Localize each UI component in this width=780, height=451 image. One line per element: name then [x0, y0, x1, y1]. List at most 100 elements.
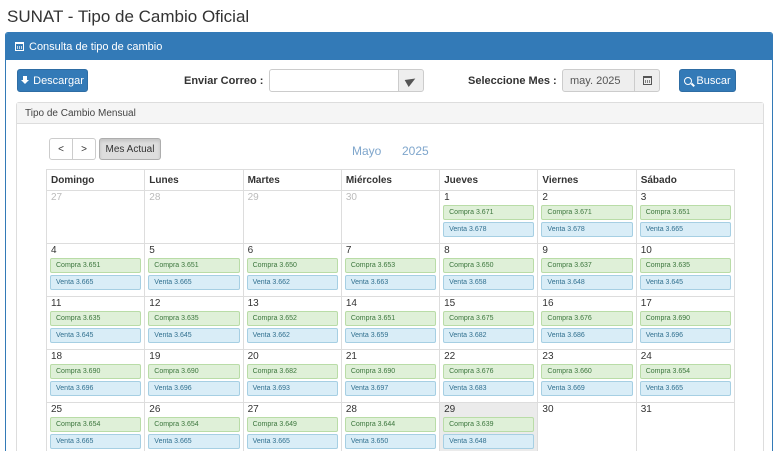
calendar-day-cell[interactable]: 13 Compra 3.652 Venta 3.662: [242, 296, 342, 350]
calendar-day-cell[interactable]: 20 Compra 3.682 Venta 3.693: [242, 349, 342, 403]
sell-rate-badge: Venta 3.669: [541, 381, 633, 396]
sell-rate-badge: Venta 3.678: [443, 222, 535, 237]
calendar-day-cell[interactable]: 22 Compra 3.676 Venta 3.683: [439, 349, 539, 403]
buy-rate-badge: Compra 3.639: [443, 417, 535, 432]
sell-rate-badge: Venta 3.662: [246, 328, 338, 343]
day-number: 17: [640, 298, 652, 309]
sell-rate-badge: Venta 3.662: [246, 275, 338, 290]
calendar-day-cell[interactable]: 26 Compra 3.654 Venta 3.665: [144, 402, 244, 451]
calendar-day-cell[interactable]: 5 Compra 3.651 Venta 3.665: [144, 243, 244, 297]
calendar-day-cell[interactable]: 16 Compra 3.676 Venta 3.686: [537, 296, 637, 350]
calendar-day-cell[interactable]: 27 Compra 3.649 Venta 3.665: [242, 402, 342, 451]
calendar-day-cell[interactable]: 28: [144, 190, 244, 244]
day-number: 2: [542, 192, 548, 203]
calendar-day-cell[interactable]: 2 Compra 3.671 Venta 3.678: [537, 190, 637, 244]
day-number: 15: [444, 298, 456, 309]
month-picker-button[interactable]: [634, 69, 660, 92]
sell-rate-badge: Venta 3.645: [639, 275, 731, 290]
day-number: 29: [444, 404, 456, 415]
day-number: 28: [345, 404, 357, 415]
day-number: 24: [640, 351, 652, 362]
day-number: 20: [247, 351, 259, 362]
weekday-header: Domingo: [45, 169, 146, 191]
calendar-day-cell[interactable]: 31: [635, 402, 736, 451]
calendar-day-cell[interactable]: 14 Compra 3.651 Venta 3.659: [340, 296, 441, 350]
weekday-header-row: Domingo Lunes Martes Miércoles Jueves Viernes…: [45, 169, 736, 191]
paper-plane-icon: [404, 74, 418, 87]
buy-rate-badge: Compra 3.644: [344, 417, 437, 432]
calendar-day-cell[interactable]: 4 Compra 3.651 Venta 3.665: [45, 243, 146, 297]
buy-rate-badge: Compra 3.637: [541, 258, 633, 273]
day-number: 9: [542, 245, 548, 256]
sell-rate-badge: Venta 3.659: [344, 328, 437, 343]
calendar-day-cell[interactable]: 18 Compra 3.690 Venta 3.696: [45, 349, 146, 403]
monthly-rate-heading: Tipo de Cambio Mensual: [17, 103, 763, 124]
buy-rate-badge: Compra 3.690: [50, 364, 142, 379]
day-number: 5: [149, 245, 155, 256]
calendar-day-cell[interactable]: 6 Compra 3.650 Venta 3.662: [242, 243, 342, 297]
calendar-day-cell[interactable]: 19 Compra 3.690 Venta 3.696: [144, 349, 244, 403]
panel-heading: Consulta de tipo de cambio: [6, 33, 772, 60]
day-number: 6: [247, 245, 254, 256]
sell-rate-badge: Venta 3.665: [246, 434, 338, 449]
sell-rate-badge: Venta 3.665: [148, 275, 240, 290]
month-input[interactable]: may. 2025: [562, 69, 635, 92]
day-number: 16: [542, 298, 554, 309]
weekday-header: Jueves: [439, 169, 539, 191]
sell-rate-badge: Venta 3.645: [50, 328, 142, 343]
search-icon: [684, 76, 693, 85]
sell-rate-badge: Venta 3.696: [50, 381, 142, 396]
download-button[interactable]: Descargar: [17, 69, 88, 92]
calendar-day-cell[interactable]: 25 Compra 3.654 Venta 3.665: [45, 402, 146, 451]
calendar-day-cell[interactable]: 1 Compra 3.671 Venta 3.678: [439, 190, 539, 244]
calendar-day-cell[interactable]: 11 Compra 3.635 Venta 3.645: [45, 296, 146, 350]
sell-rate-badge: Venta 3.665: [639, 381, 731, 396]
weekday-header: Lunes: [144, 169, 244, 191]
buy-rate-badge: Compra 3.654: [639, 364, 731, 379]
calendar-day-cell[interactable]: 27: [45, 190, 146, 244]
day-number: 30: [345, 192, 357, 203]
buy-rate-badge: Compra 3.635: [50, 311, 142, 326]
calendar-day-cell[interactable]: 29 Compra 3.639 Venta 3.648: [439, 402, 539, 451]
calendar-nav: < > Mes Actual: [49, 138, 161, 160]
day-number: 13: [247, 298, 259, 309]
calendar-month-name: Mayo: [352, 144, 382, 158]
buy-rate-badge: Compra 3.651: [148, 258, 240, 273]
buy-rate-badge: Compra 3.671: [443, 205, 535, 220]
buy-rate-badge: Compra 3.653: [344, 258, 437, 273]
buy-rate-badge: Compra 3.651: [639, 205, 731, 220]
sell-rate-badge: Venta 3.648: [541, 275, 633, 290]
sell-rate-badge: Venta 3.665: [50, 434, 142, 449]
calendar-day-cell[interactable]: 10 Compra 3.635 Venta 3.645: [635, 243, 736, 297]
calendar-day-cell[interactable]: 7 Compra 3.653 Venta 3.663: [340, 243, 441, 297]
sell-rate-badge: Venta 3.663: [344, 275, 437, 290]
buy-rate-badge: Compra 3.651: [344, 311, 437, 326]
search-button[interactable]: Buscar: [679, 69, 736, 92]
send-email-button[interactable]: [398, 69, 424, 92]
calendar-day-cell[interactable]: 30: [537, 402, 637, 451]
calendar-day-cell[interactable]: 15 Compra 3.675 Venta 3.682: [439, 296, 539, 350]
prev-month-button[interactable]: <: [49, 138, 73, 160]
day-number: 22: [444, 351, 456, 362]
calendar-day-cell[interactable]: 3 Compra 3.651 Venta 3.665: [635, 190, 736, 244]
calendar-grid: Domingo Lunes Martes Miércoles Jueves Viernes…: [45, 169, 736, 451]
calendar-day-cell[interactable]: 21 Compra 3.690 Venta 3.697: [340, 349, 441, 403]
day-number: 30: [542, 404, 554, 415]
next-month-button[interactable]: >: [73, 138, 96, 160]
day-number: 25: [51, 404, 63, 415]
calendar-day-cell[interactable]: 12 Compra 3.635 Venta 3.645: [144, 296, 244, 350]
calendar-day-cell[interactable]: 17 Compra 3.690 Venta 3.696: [635, 296, 736, 350]
calendar-day-cell[interactable]: 29: [242, 190, 342, 244]
current-month-button[interactable]: Mes Actual: [99, 138, 161, 160]
calendar-day-cell[interactable]: 24 Compra 3.654 Venta 3.665: [635, 349, 736, 403]
calendar-year: 2025: [402, 144, 429, 158]
download-label: Descargar: [33, 74, 84, 87]
email-input[interactable]: [269, 69, 399, 92]
calendar-day-cell[interactable]: 23 Compra 3.660 Venta 3.669: [537, 349, 637, 403]
calendar-day-cell[interactable]: 30: [340, 190, 441, 244]
sell-rate-badge: Venta 3.697: [344, 381, 437, 396]
day-number: 27: [51, 192, 63, 203]
calendar-day-cell[interactable]: 9 Compra 3.637 Venta 3.648: [537, 243, 637, 297]
calendar-day-cell[interactable]: 28 Compra 3.644 Venta 3.650: [340, 402, 441, 451]
calendar-day-cell[interactable]: 8 Compra 3.650 Venta 3.658: [439, 243, 539, 297]
